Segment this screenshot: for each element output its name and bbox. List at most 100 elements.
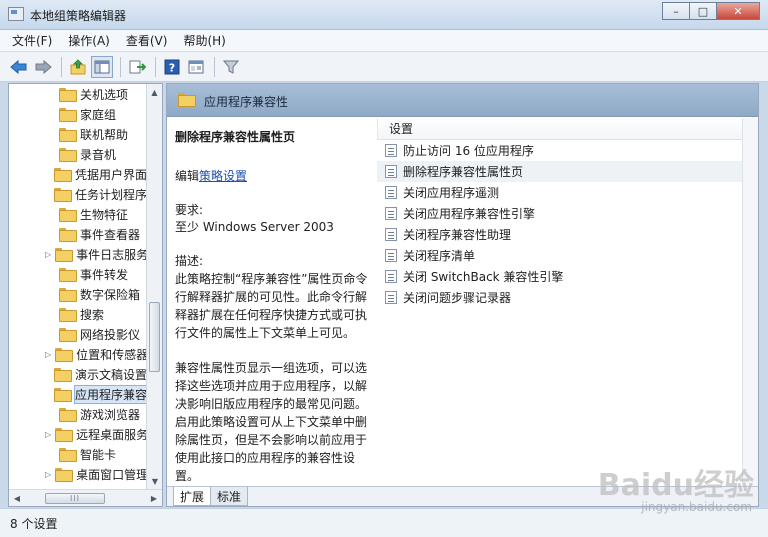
- setting-row[interactable]: 防止访问 16 位应用程序: [377, 140, 758, 161]
- tree-item[interactable]: ▷ 远程桌面服务: [9, 424, 147, 444]
- folder-icon: [55, 428, 74, 442]
- tree-item[interactable]: 录音机: [9, 144, 147, 164]
- tree-item[interactable]: 应用程序兼容: [9, 384, 147, 404]
- minimize-button[interactable]: –: [662, 2, 690, 20]
- tree-item-label: 家庭组: [80, 107, 117, 122]
- forward-button[interactable]: [32, 56, 54, 78]
- maximize-button[interactable]: □: [689, 2, 717, 20]
- expand-arrow-icon[interactable]: ▷: [45, 430, 51, 439]
- tree-item-label: 生物特征: [80, 207, 129, 222]
- folder-icon: [59, 208, 77, 222]
- settings-scrollbar[interactable]: [742, 118, 758, 488]
- export-list-button[interactable]: [126, 56, 148, 78]
- menu-file[interactable]: 文件(F): [12, 32, 52, 49]
- tree-item-label: 应用程序兼容: [73, 384, 147, 404]
- tree-horizontal-scrollbar[interactable]: ◀ III ▶: [9, 489, 162, 506]
- folder-icon: [59, 308, 77, 322]
- menu-bar: 文件(F) 操作(A) 查看(V) 帮助(H): [0, 30, 768, 52]
- folder-icon: [59, 108, 77, 122]
- menu-help[interactable]: 帮助(H): [183, 32, 225, 49]
- up-folder-icon: [70, 58, 86, 74]
- policy-setting-icon: [385, 165, 397, 178]
- scroll-left-icon[interactable]: ◀: [9, 490, 25, 506]
- tree-item[interactable]: ▷ 桌面窗口管理: [9, 464, 147, 484]
- settings-column-header[interactable]: 设置: [377, 118, 758, 140]
- setting-row[interactable]: 关闭问题步骤记录器: [377, 287, 758, 308]
- tree-item[interactable]: 事件查看器: [9, 224, 147, 244]
- tree-item[interactable]: 演示文稿设置: [9, 364, 147, 384]
- scroll-thumb[interactable]: [149, 302, 160, 372]
- setting-row[interactable]: 删除程序兼容性属性页: [377, 161, 758, 182]
- status-text: 8 个设置: [10, 516, 58, 531]
- description-paragraph-2: 兼容性属性页显示一组选项，可以选择这些选项并应用于应用程序，以解决影响旧版应用程…: [175, 361, 368, 483]
- filter-button[interactable]: [220, 56, 242, 78]
- tree-item-label: 数字保险箱: [80, 287, 141, 302]
- horizontal-scroll-thumb[interactable]: III: [45, 493, 105, 504]
- expand-arrow-icon[interactable]: ▷: [45, 470, 51, 479]
- folder-icon: [59, 288, 77, 302]
- setting-row[interactable]: 关闭 SwitchBack 兼容性引擎: [377, 266, 758, 287]
- forward-arrow-icon: [35, 59, 52, 74]
- tree-item-label: 凭据用户界面: [74, 167, 147, 182]
- tab-extended[interactable]: 扩展: [173, 487, 212, 506]
- tab-standard[interactable]: 标准: [210, 487, 249, 506]
- tree-item[interactable]: 数字保险箱: [9, 284, 147, 304]
- tree-item[interactable]: 生物特征: [9, 204, 147, 224]
- tree-item[interactable]: 网络投影仪: [9, 324, 147, 344]
- edit-policy-link[interactable]: 策略设置: [199, 169, 247, 183]
- tree-list: 关机选项家庭组联机帮助录音机凭据用户界面任务计划程序生物特征事件查看器 ▷ 事件日志…: [9, 84, 147, 484]
- folder-icon: [53, 168, 72, 182]
- tree-item[interactable]: 凭据用户界面: [9, 164, 147, 184]
- policy-setting-icon: [385, 144, 397, 157]
- tree-item[interactable]: 智能卡: [9, 444, 147, 464]
- tree-item[interactable]: 联机帮助: [9, 124, 147, 144]
- scroll-down-icon[interactable]: ▼: [147, 473, 162, 489]
- toolbar-separator: [61, 56, 62, 77]
- tree-item[interactable]: 家庭组: [9, 104, 147, 124]
- tree-item[interactable]: ▷ 事件日志服务: [9, 244, 147, 264]
- setting-row[interactable]: 关闭应用程序遥测: [377, 182, 758, 203]
- requirements-label: 要求:: [175, 203, 204, 217]
- tree-item[interactable]: ▷ 位置和传感器: [9, 344, 147, 364]
- tree-vertical-scrollbar[interactable]: ▲ ▼: [146, 84, 162, 489]
- folder-icon: [59, 408, 77, 422]
- tree-item-label: 桌面窗口管理: [76, 467, 147, 482]
- show-hide-tree-icon: [94, 60, 110, 73]
- console-tree: 关机选项家庭组联机帮助录音机凭据用户界面任务计划程序生物特征事件查看器 ▷ 事件日志…: [8, 83, 163, 507]
- description-panel: 删除程序兼容性属性页 编辑策略设置 要求: 至少 Windows Server …: [167, 118, 377, 506]
- watermark-url: jingyan.baidu.com: [641, 500, 752, 514]
- folder-icon: [53, 188, 72, 202]
- settings-rows: 防止访问 16 位应用程序删除程序兼容性属性页 关闭应用程序遥测 关闭应用程序兼容性…: [377, 140, 758, 308]
- tree-item-label: 录音机: [80, 147, 117, 162]
- setting-row[interactable]: 关闭程序兼容性助理: [377, 224, 758, 245]
- folder-icon: [53, 368, 72, 382]
- folder-icon: [59, 268, 77, 282]
- back-button[interactable]: [8, 56, 30, 78]
- show-hide-tree-button[interactable]: [91, 55, 113, 78]
- tree-item[interactable]: 任务计划程序: [9, 184, 147, 204]
- setting-row[interactable]: 关闭应用程序兼容性引擎: [377, 203, 758, 224]
- back-arrow-icon: [10, 59, 27, 74]
- setting-label: 防止访问 16 位应用程序: [403, 144, 534, 158]
- expand-arrow-icon[interactable]: ▷: [45, 250, 51, 259]
- requirements-value: 至少 Windows Server 2003: [175, 220, 334, 234]
- window-title: 本地组策略编辑器: [30, 9, 127, 23]
- tree-item[interactable]: 关机选项: [9, 84, 147, 104]
- help-button[interactable]: ?: [161, 56, 183, 78]
- watermark: Baidu经验 jingyan.baidu.com: [574, 460, 754, 522]
- up-level-button[interactable]: [67, 56, 89, 78]
- scroll-up-icon[interactable]: ▲: [147, 84, 162, 100]
- close-button[interactable]: ✕: [716, 2, 760, 20]
- tree-item[interactable]: 搜索: [9, 304, 147, 324]
- expand-arrow-icon[interactable]: ▷: [45, 350, 51, 359]
- extended-view-button[interactable]: [185, 56, 207, 78]
- tree-item-label: 网络投影仪: [80, 327, 141, 342]
- tree-item[interactable]: 游戏浏览器: [9, 404, 147, 424]
- tree-item-label: 事件日志服务: [76, 247, 147, 262]
- folder-icon: [55, 248, 74, 262]
- scroll-right-icon[interactable]: ▶: [146, 490, 162, 506]
- tree-item[interactable]: 事件转发: [9, 264, 147, 284]
- setting-row[interactable]: 关闭程序清单: [377, 245, 758, 266]
- menu-view[interactable]: 查看(V): [126, 32, 168, 49]
- menu-action[interactable]: 操作(A): [68, 32, 110, 49]
